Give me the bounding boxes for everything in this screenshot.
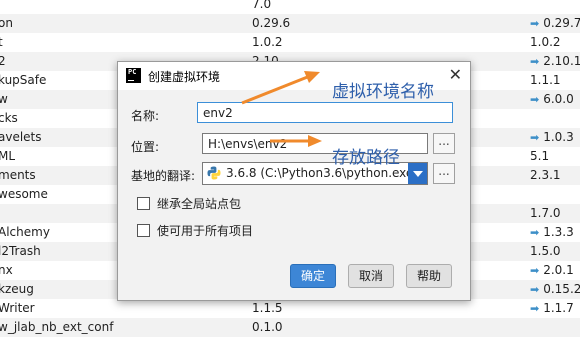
arrow-to-location-field <box>270 135 322 147</box>
annotation-arrows <box>241 71 322 147</box>
annotation-env-path: 存放路径 <box>332 148 400 168</box>
arrow-to-name-field <box>241 71 320 105</box>
annotation-env-name: 虚拟环境名称 <box>332 82 434 102</box>
